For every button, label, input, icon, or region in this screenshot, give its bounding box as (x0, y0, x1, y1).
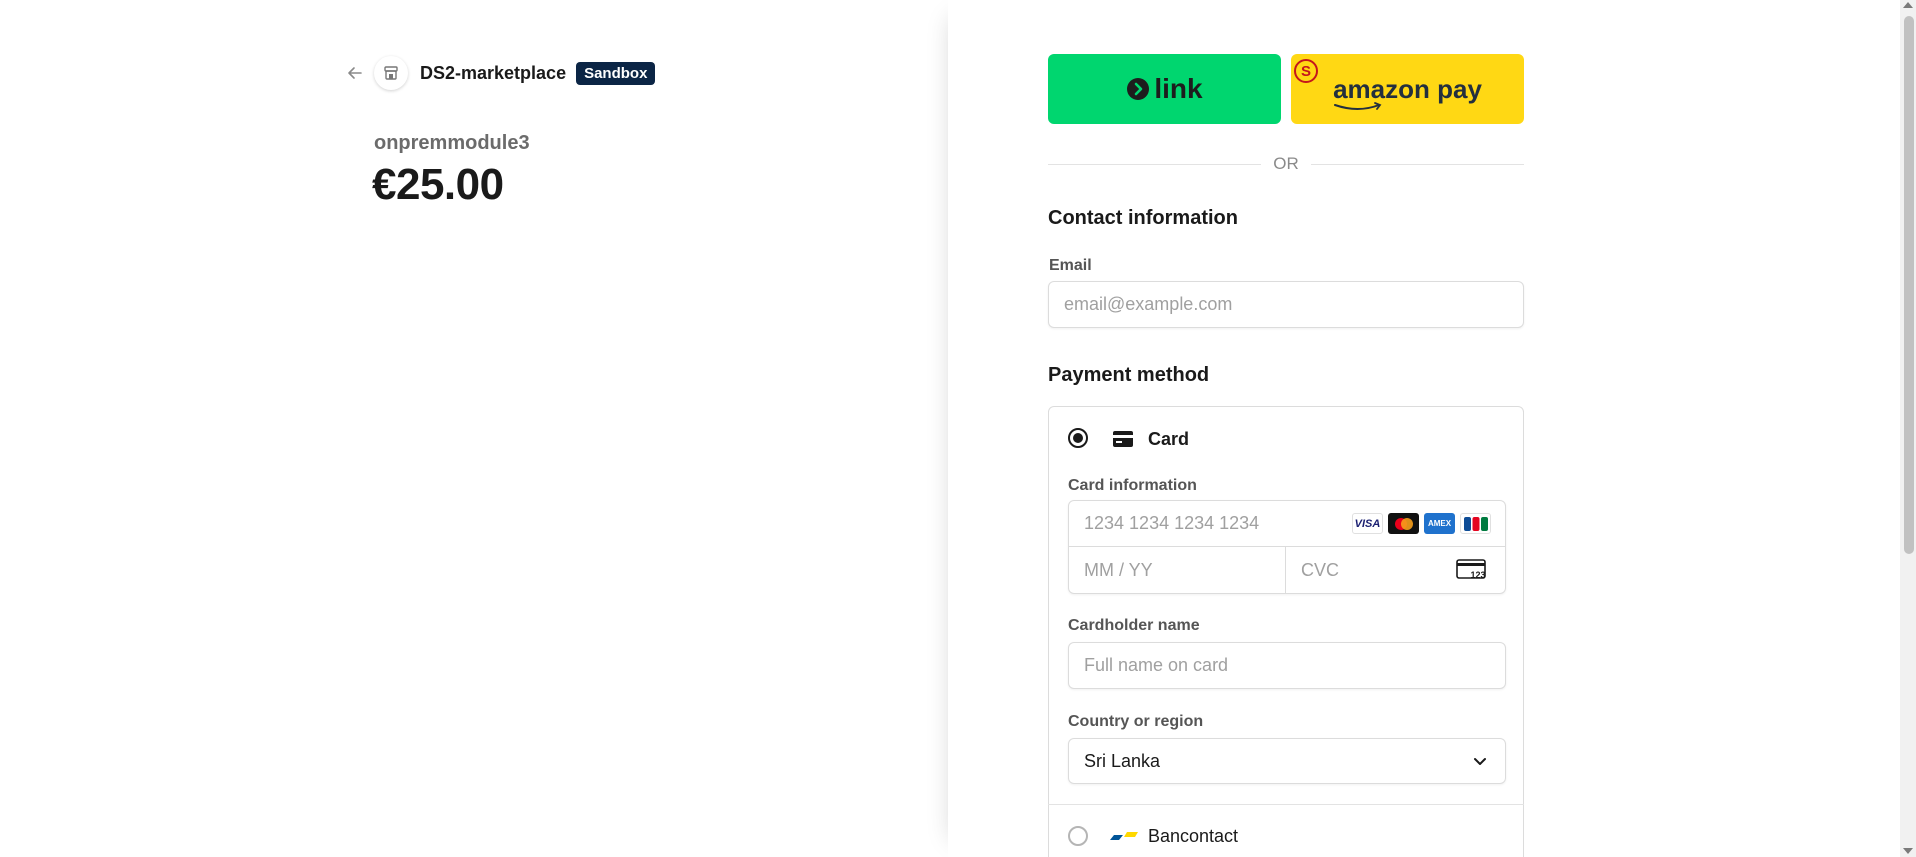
link-arrow-icon (1127, 78, 1150, 100)
cardholder-name-label: Cardholder name (1068, 617, 1200, 634)
bancontact-radio[interactable] (1068, 826, 1088, 846)
card-icon (1113, 431, 1133, 447)
scrollbar[interactable] (1900, 0, 1916, 857)
merchant-name: DS2-marketplace (420, 62, 567, 83)
cardholder-name-input[interactable]: Full name on card (1068, 642, 1506, 689)
bancontact-icon (1110, 832, 1138, 840)
payment-method-divider (1048, 804, 1524, 805)
payment-method-title: Payment method (1048, 364, 1210, 386)
or-divider: OR (1048, 154, 1524, 174)
card-radio[interactable] (1068, 428, 1088, 448)
visa-icon: VISA (1352, 513, 1383, 534)
amazon-pay-label: amazon pay (1333, 73, 1482, 104)
amex-icon: AMEX (1424, 513, 1455, 534)
product-name: onpremmodule3 (374, 132, 530, 154)
cvc-card-icon: 123 (1456, 559, 1486, 580)
svg-text:123: 123 (1470, 570, 1485, 580)
card-information-group: 1234 1234 1234 1234 VISA AMEX MM / YY CV… (1068, 500, 1506, 594)
country-region-label: Country or region (1068, 713, 1204, 730)
link-label: link (1154, 73, 1203, 104)
amazon-s-icon: S (1294, 58, 1319, 83)
sandbox-badge: Sandbox (576, 61, 656, 85)
product-price: €25.00 (372, 160, 504, 209)
store-icon (374, 56, 408, 90)
wallet-buttons: link S amazon pay (1048, 54, 1524, 124)
cvc-placeholder: CVC (1301, 559, 1340, 580)
scroll-up-arrow-icon[interactable] (1903, 2, 1913, 8)
mastercard-icon (1388, 513, 1419, 534)
or-text: OR (1273, 154, 1299, 173)
card-brands: VISA AMEX (1352, 513, 1491, 534)
card-information-label: Card information (1068, 477, 1197, 494)
chevron-down-icon (1474, 758, 1486, 765)
country-select[interactable]: Sri Lanka (1068, 738, 1506, 784)
expiry-input[interactable]: MM / YY (1069, 547, 1286, 593)
svg-text:S: S (1301, 63, 1311, 80)
order-summary-pane: DS2-marketplace Sandbox onpremmodule3 €2… (0, 0, 948, 857)
email-label: Email (1049, 257, 1092, 274)
amazon-smile-icon (1334, 101, 1382, 110)
link-pay-button[interactable]: link (1048, 54, 1281, 124)
card-option-label: Card (1148, 429, 1190, 449)
bancontact-option-label: Bancontact (1148, 826, 1239, 846)
email-input[interactable]: email@example.com (1048, 281, 1524, 328)
scrollbar-thumb[interactable] (1904, 16, 1914, 554)
merchant-header: DS2-marketplace Sandbox (344, 56, 656, 90)
back-arrow-icon[interactable] (344, 62, 366, 84)
jcb-icon (1460, 513, 1491, 534)
country-value: Sri Lanka (1084, 750, 1161, 771)
scroll-down-arrow-icon[interactable] (1903, 848, 1913, 854)
amazon-pay-button[interactable]: S amazon pay (1291, 54, 1524, 124)
contact-information-title: Contact information (1048, 207, 1238, 229)
cvc-input[interactable]: CVC 123 (1286, 547, 1506, 593)
